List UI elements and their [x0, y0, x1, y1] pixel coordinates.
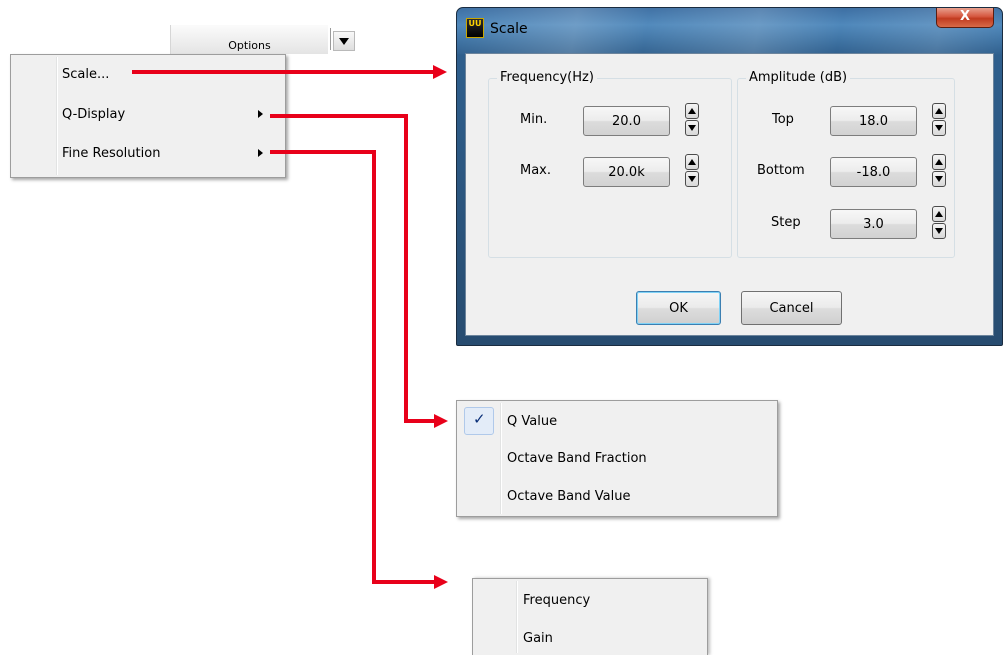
options-separator — [330, 28, 331, 50]
amplitude-group: Amplitude (dB) Top 18.0 Bottom -18.0 Ste… — [737, 70, 955, 258]
menu-item-label: Q Value — [507, 413, 558, 429]
bottom-amplitude-value: -18.0 — [856, 164, 891, 180]
ok-button[interactable]: OK — [636, 291, 721, 325]
arrow-right-icon — [434, 575, 448, 589]
step-label: Step — [771, 215, 801, 230]
top-amplitude-value: 18.0 — [859, 113, 888, 129]
bottom-label: Bottom — [757, 163, 805, 178]
arrow-right-icon — [433, 65, 447, 79]
menu-item-q-display[interactable]: Q-Display — [11, 103, 285, 125]
connector-q-display-line — [270, 114, 408, 118]
cancel-button-label: Cancel — [769, 300, 814, 316]
menu-item-label: Gain — [523, 630, 553, 646]
bottom-amplitude-spinner[interactable] — [932, 154, 946, 188]
connector-q-display-line — [404, 419, 436, 423]
spin-down-icon[interactable] — [685, 120, 699, 136]
menu-item-label: Octave Band Fraction — [507, 450, 647, 466]
menu-item-fine-resolution[interactable]: Fine Resolution — [11, 142, 285, 164]
menu-item-label: Q-Display — [62, 106, 126, 122]
ok-button-label: OK — [669, 300, 688, 316]
connector-fine-resolution-line — [372, 150, 376, 584]
min-frequency-field[interactable]: 20.0 — [583, 106, 670, 136]
min-label: Min. — [520, 112, 548, 127]
max-frequency-field[interactable]: 20.0k — [583, 157, 670, 187]
spin-up-icon[interactable] — [932, 206, 946, 222]
max-label: Max. — [520, 163, 552, 178]
spin-down-icon[interactable] — [932, 120, 946, 136]
bottom-amplitude-field[interactable]: -18.0 — [830, 157, 917, 187]
connector-fine-resolution-line — [270, 150, 376, 154]
menu-item-label: Fine Resolution — [62, 145, 161, 161]
dialog-client-area: Frequency(Hz) Min. 20.0 Max. 20.0k Ampli… — [465, 53, 994, 336]
step-amplitude-field[interactable]: 3.0 — [830, 209, 917, 239]
close-icon[interactable]: X — [936, 8, 994, 28]
menu-item-octave-band-fraction[interactable]: Octave Band Fraction — [457, 447, 777, 469]
app-logo-icon: UU — [466, 18, 484, 38]
chevron-down-icon[interactable] — [333, 31, 355, 51]
menu-item-gain[interactable]: Gain — [473, 627, 707, 649]
spin-up-icon[interactable] — [685, 103, 699, 119]
menu-item-frequency[interactable]: Frequency — [473, 589, 707, 611]
spin-down-icon[interactable] — [932, 223, 946, 239]
max-frequency-spinner[interactable] — [685, 154, 699, 188]
amplitude-group-title: Amplitude (dB) — [746, 70, 851, 85]
menu-item-q-value[interactable]: Q Value — [457, 410, 777, 432]
spin-up-icon[interactable] — [932, 154, 946, 170]
fine-resolution-submenu: Frequency Gain — [472, 578, 708, 655]
top-amplitude-field[interactable]: 18.0 — [830, 106, 917, 136]
cancel-button[interactable]: Cancel — [741, 291, 842, 325]
connector-q-display-line — [404, 114, 408, 423]
min-frequency-value: 20.0 — [612, 113, 641, 129]
submenu-arrow-icon — [258, 110, 263, 118]
step-amplitude-spinner[interactable] — [932, 206, 946, 240]
submenu-arrow-icon — [258, 149, 263, 157]
min-frequency-spinner[interactable] — [685, 103, 699, 137]
spin-down-icon[interactable] — [685, 171, 699, 187]
connector-fine-resolution-line — [372, 580, 436, 584]
q-display-submenu: ✓ Q Value Octave Band Fraction Octave Ba… — [456, 400, 778, 517]
top-label: Top — [772, 112, 794, 127]
frequency-group-title: Frequency(Hz) — [497, 70, 597, 85]
menu-item-octave-band-value[interactable]: Octave Band Value — [457, 485, 777, 507]
menu-item-label: Scale... — [62, 66, 110, 82]
top-amplitude-spinner[interactable] — [932, 103, 946, 137]
scale-dialog: UU Scale X Frequency(Hz) Min. 20.0 Max. … — [456, 7, 1003, 346]
options-menu-label: Options — [228, 39, 271, 52]
menu-item-label: Frequency — [523, 592, 591, 608]
arrow-right-icon — [434, 414, 448, 428]
title-bar[interactable] — [457, 8, 1002, 54]
menu-item-scale[interactable]: Scale... — [11, 63, 285, 85]
menu-item-label: Octave Band Value — [507, 488, 631, 504]
spin-up-icon[interactable] — [932, 103, 946, 119]
spin-down-icon[interactable] — [932, 171, 946, 187]
connector-scale-line — [132, 70, 435, 74]
spin-up-icon[interactable] — [685, 154, 699, 170]
max-frequency-value: 20.0k — [608, 164, 645, 180]
options-menu-button[interactable]: Options — [170, 25, 328, 54]
step-amplitude-value: 3.0 — [863, 216, 884, 232]
frequency-group: Frequency(Hz) Min. 20.0 Max. 20.0k — [488, 70, 732, 258]
dialog-title: Scale — [490, 21, 528, 37]
